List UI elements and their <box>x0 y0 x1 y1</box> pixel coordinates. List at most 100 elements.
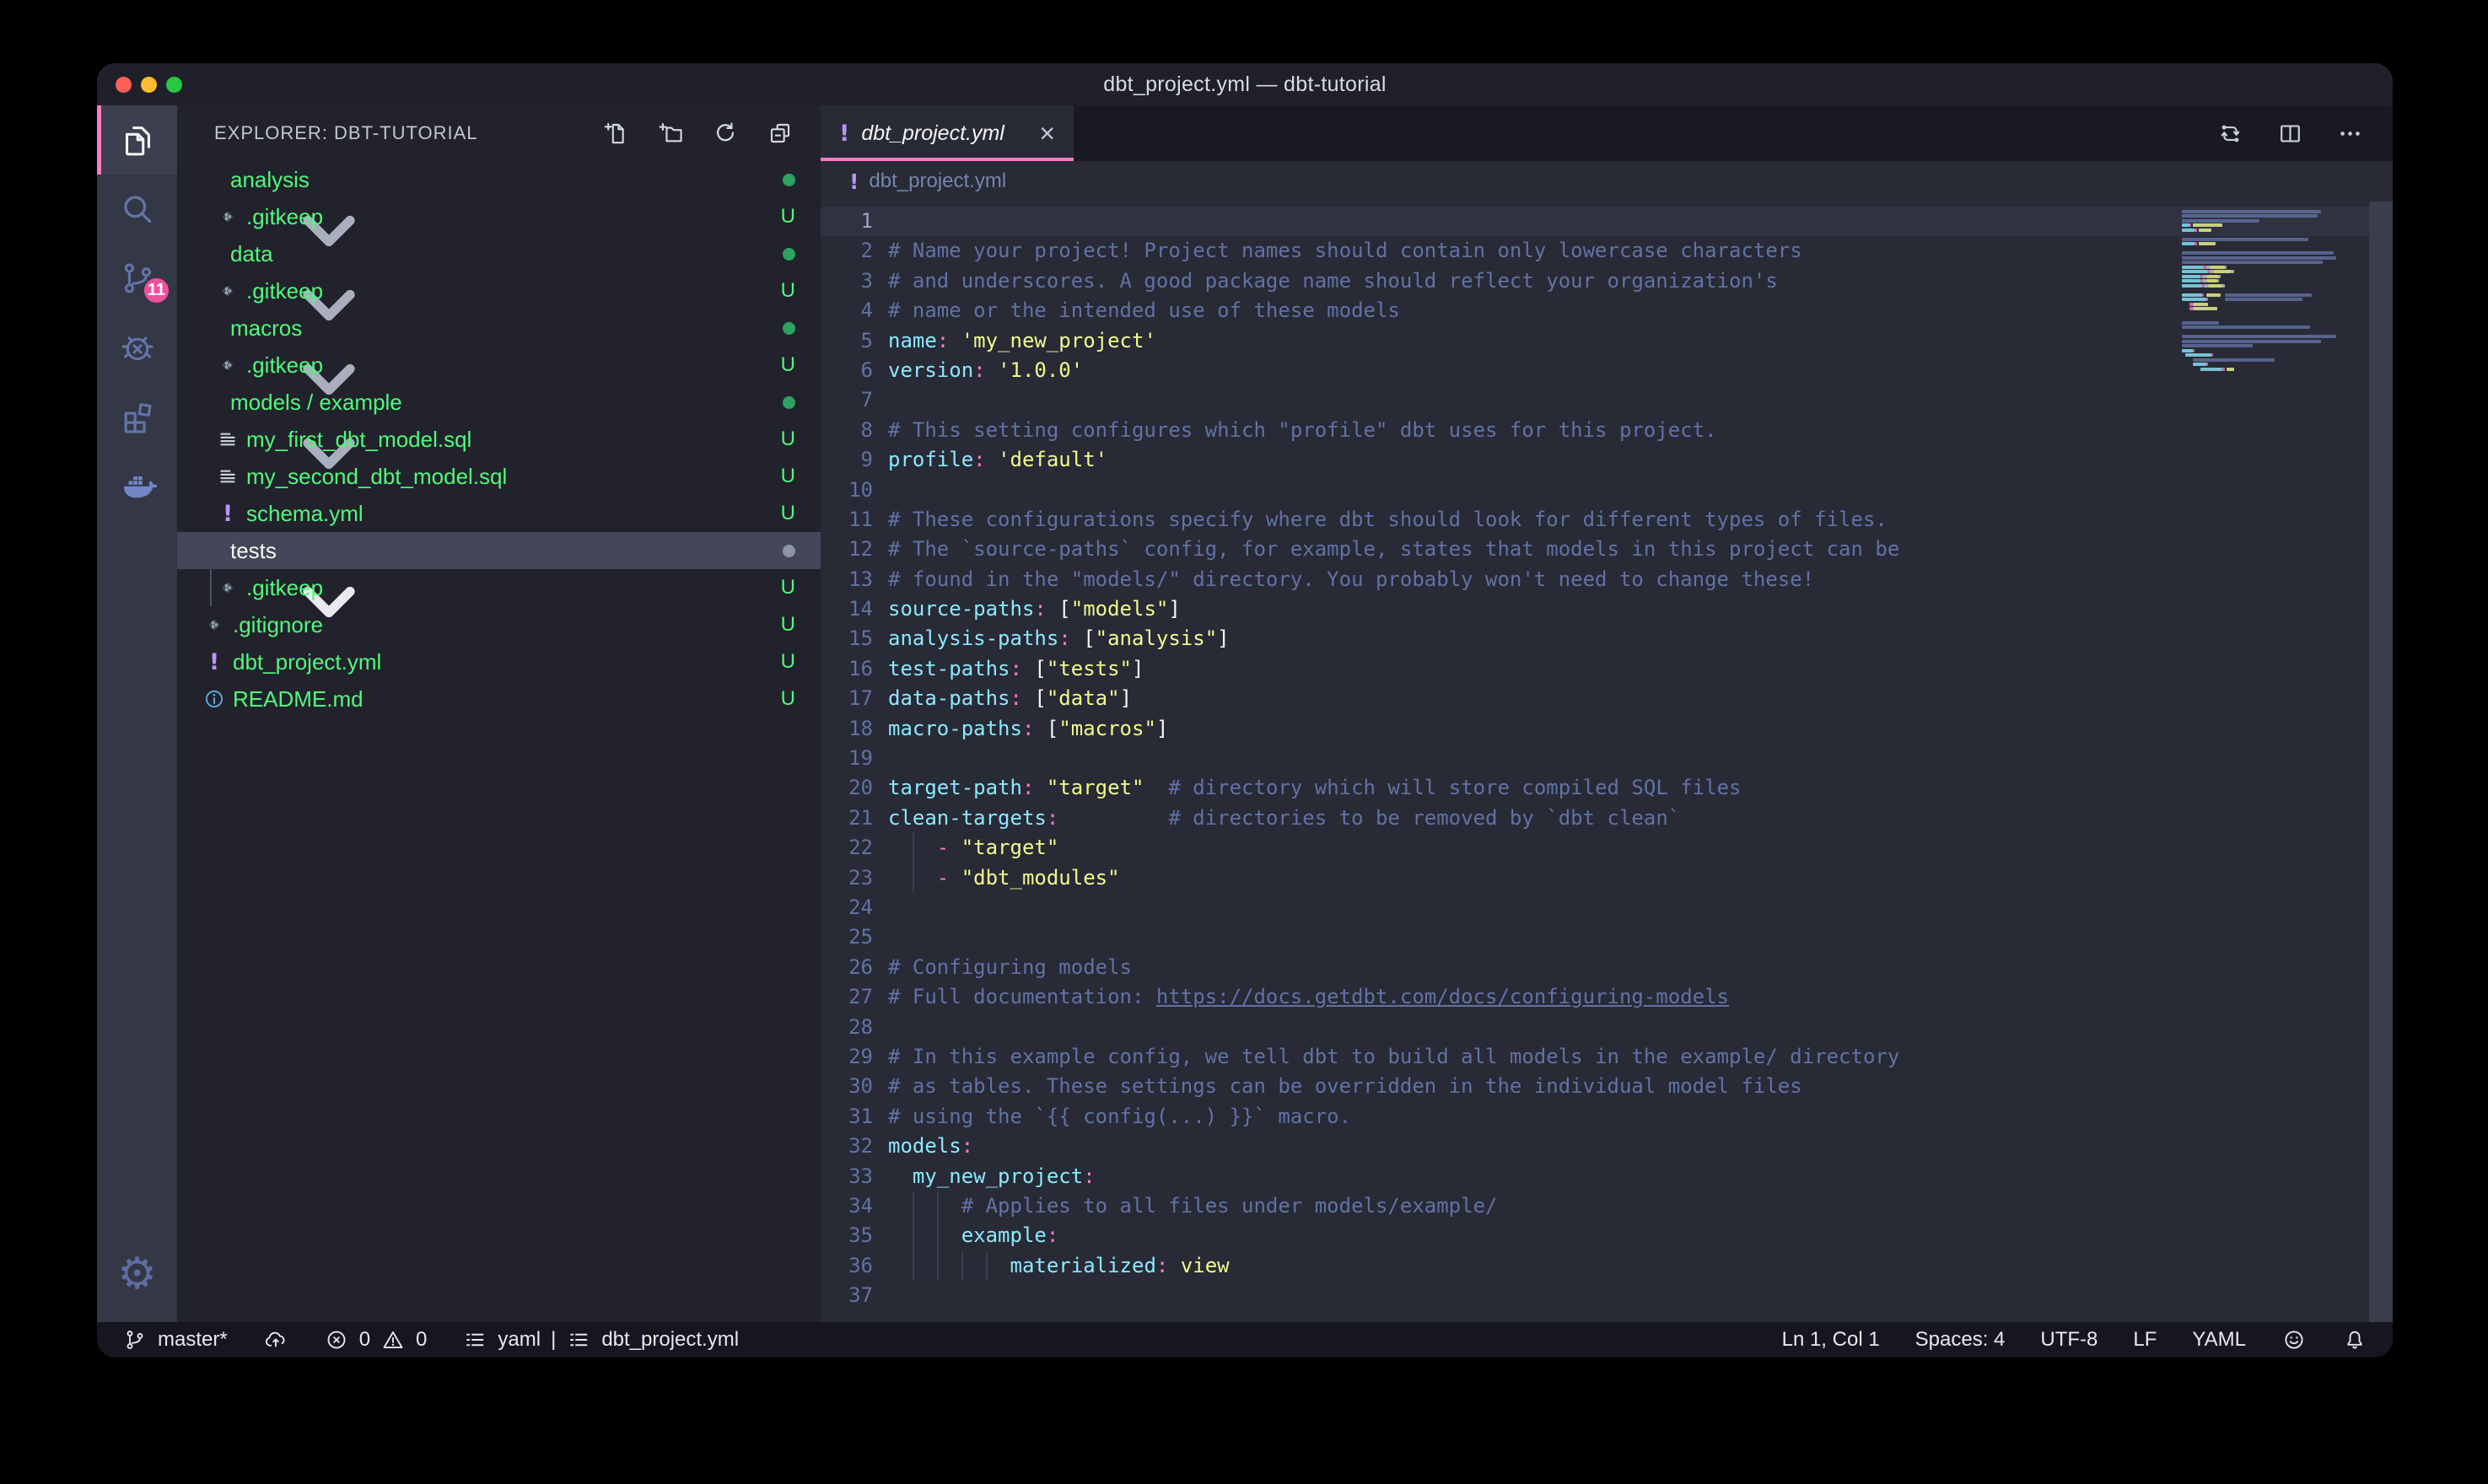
breadcrumb[interactable]: ! dbt_project.yml <box>821 161 2393 202</box>
code-line-2[interactable]: 2# Name your project! Project names shou… <box>821 236 2369 266</box>
tree-item-schema-yml[interactable]: !schema.ymlU <box>177 495 821 532</box>
code-line-15[interactable]: 15analysis-paths: ["analysis"] <box>821 624 2369 653</box>
tree-item-tests[interactable]: tests <box>177 532 821 569</box>
activity-item-settings[interactable]: ⚙ <box>97 1239 177 1309</box>
code-line-7[interactable]: 7 <box>821 385 2369 415</box>
minimap-token <box>2182 293 2202 297</box>
code-line-5[interactable]: 5name: 'my_new_project' <box>821 326 2369 356</box>
tree-item-my-first-dbt-model-sql[interactable]: my_first_dbt_model.sqlU <box>177 421 821 458</box>
activity-item-docker[interactable] <box>97 451 177 520</box>
sync-button[interactable] <box>263 1327 288 1352</box>
tree-item-analysis[interactable]: analysis <box>177 161 821 198</box>
code-line-23[interactable]: 23 - "dbt_modules" <box>821 863 2369 893</box>
line-number: 25 <box>821 922 873 952</box>
minimap-token <box>2182 321 2219 325</box>
tree-item-macros[interactable]: macros <box>177 309 821 347</box>
code-line-19[interactable]: 19 <box>821 744 2369 773</box>
git-file-icon <box>216 205 240 229</box>
tree-item--gitkeep[interactable]: .gitkeepU <box>177 569 821 606</box>
activity-item-search[interactable] <box>97 175 177 244</box>
code-line-3[interactable]: 3# and underscores. A good package name … <box>821 266 2369 296</box>
doc-link[interactable]: https://docs.getdbt.com/docs/configuring… <box>1156 985 1729 1008</box>
tree-item-dbt-project-yml[interactable]: !dbt_project.ymlU <box>177 643 821 680</box>
eol-selector[interactable]: LF <box>2133 1328 2157 1352</box>
tree-item--gitignore[interactable]: .gitignoreU <box>177 606 821 643</box>
code-line-32[interactable]: 32models: <box>821 1132 2369 1161</box>
code-line-13[interactable]: 13# found in the "models/" directory. Yo… <box>821 565 2369 594</box>
code-line-22[interactable]: 22 - "target" <box>821 833 2369 863</box>
title-bar[interactable]: dbt_project.yml — dbt-tutorial <box>97 63 2393 105</box>
ellipsis-icon[interactable] <box>2336 120 2364 148</box>
encoding[interactable]: UTF-8 <box>2040 1328 2098 1352</box>
code-editor[interactable]: 12# Name your project! Project names sho… <box>821 202 2393 1322</box>
line-number: 29 <box>821 1042 873 1072</box>
code-line-9[interactable]: 9profile: 'default' <box>821 445 2369 475</box>
code-line-1[interactable]: 1 <box>821 207 2369 236</box>
notifications[interactable] <box>2342 1327 2367 1352</box>
code-line-29[interactable]: 29# In this example config, we tell dbt … <box>821 1042 2369 1072</box>
code-line-36[interactable]: 36 materialized: view <box>821 1251 2369 1281</box>
tree-item-decorations: U <box>781 576 821 600</box>
code-line-37[interactable]: 37 <box>821 1281 2369 1310</box>
tree-item--gitkeep[interactable]: .gitkeepU <box>177 198 821 235</box>
tree-item-my-second-dbt-model-sql[interactable]: my_second_dbt_model.sqlU <box>177 458 821 495</box>
modified-dot <box>783 174 795 186</box>
minimize-window-button[interactable] <box>141 77 157 93</box>
code-line-31[interactable]: 31# using the `{{ config(...) }}` macro. <box>821 1102 2369 1132</box>
scrollbar[interactable] <box>2369 202 2393 1322</box>
code-line-14[interactable]: 14source-paths: ["models"] <box>821 594 2369 624</box>
code-line-4[interactable]: 4# name or the intended use of these mod… <box>821 296 2369 325</box>
code-line-17[interactable]: 17data-paths: ["data"] <box>821 684 2369 713</box>
activity-item-extensions[interactable] <box>97 382 177 451</box>
code-line-35[interactable]: 35 example: <box>821 1221 2369 1250</box>
code-line-18[interactable]: 18macro-paths: ["macros"] <box>821 714 2369 744</box>
minimap[interactable] <box>2182 205 2369 399</box>
zoom-window-button[interactable] <box>166 77 182 93</box>
problems-status[interactable]: 00 <box>324 1327 428 1352</box>
code-line-16[interactable]: 16test-paths: ["tests"] <box>821 654 2369 684</box>
code-line-34[interactable]: 34 # Applies to all files under models/e… <box>821 1191 2369 1221</box>
code-line-20[interactable]: 20target-path: "target" # directory whic… <box>821 773 2369 803</box>
code-line-10[interactable]: 10 <box>821 476 2369 505</box>
code-text: data-paths: ["data"] <box>888 684 1132 713</box>
tree-item--gitkeep[interactable]: .gitkeepU <box>177 272 821 309</box>
new-folder-icon[interactable] <box>657 120 684 147</box>
language-mode[interactable]: YAML <box>2192 1328 2246 1352</box>
activity-item-run-and-debug[interactable] <box>97 313 177 382</box>
code-line-24[interactable]: 24 <box>821 893 2369 922</box>
code-line-26[interactable]: 26# Configuring models <box>821 953 2369 982</box>
collapse-all-icon[interactable] <box>767 120 794 147</box>
editor-actions <box>2216 105 2393 161</box>
new-file-icon[interactable] <box>602 120 629 147</box>
code-line-25[interactable]: 25 <box>821 922 2369 952</box>
cursor-position[interactable]: Ln 1, Col 1 <box>1782 1328 1880 1352</box>
code-line-21[interactable]: 21clean-targets: # directories to be rem… <box>821 804 2369 833</box>
tree-item--gitkeep[interactable]: .gitkeepU <box>177 347 821 384</box>
tree-item-readme-md[interactable]: README.mdU <box>177 680 821 718</box>
feedback[interactable] <box>2281 1327 2307 1352</box>
code-line-30[interactable]: 30# as tables. These settings can be ove… <box>821 1072 2369 1101</box>
close-tab-icon[interactable]: × <box>1039 120 1055 147</box>
indentation[interactable]: Spaces: 4 <box>1915 1328 2006 1352</box>
tree-item-data[interactable]: data <box>177 235 821 272</box>
tree-item-models-example[interactable]: models / example <box>177 384 821 421</box>
activity-item-source-control[interactable]: 11 <box>97 244 177 313</box>
close-window-button[interactable] <box>116 77 132 93</box>
git-branch-status[interactable]: master* <box>122 1327 228 1352</box>
compare-icon[interactable] <box>2216 120 2244 148</box>
code-line-28[interactable]: 28 <box>821 1013 2369 1042</box>
minimap-token <box>2182 349 2193 352</box>
tree-item-label: schema.yml <box>246 501 364 527</box>
code-line-8[interactable]: 8# This setting configures which "profil… <box>821 416 2369 445</box>
code-line-33[interactable]: 33 my_new_project: <box>821 1162 2369 1191</box>
code-line-12[interactable]: 12# The `source-paths` config, for examp… <box>821 535 2369 564</box>
yaml-language-status[interactable]: yaml|dbt_project.yml <box>462 1327 739 1352</box>
minimap-token <box>2206 363 2208 366</box>
code-line-27[interactable]: 27# Full documentation: https://docs.get… <box>821 982 2369 1012</box>
code-line-6[interactable]: 6version: '1.0.0' <box>821 356 2369 385</box>
tab-dbt-project-yml[interactable]: ! dbt_project.yml × <box>821 105 1074 161</box>
activity-item-explorer[interactable] <box>97 105 177 175</box>
split-icon[interactable] <box>2276 120 2304 148</box>
refresh-icon[interactable] <box>712 120 739 147</box>
code-line-11[interactable]: 11# These configurations specify where d… <box>821 505 2369 535</box>
